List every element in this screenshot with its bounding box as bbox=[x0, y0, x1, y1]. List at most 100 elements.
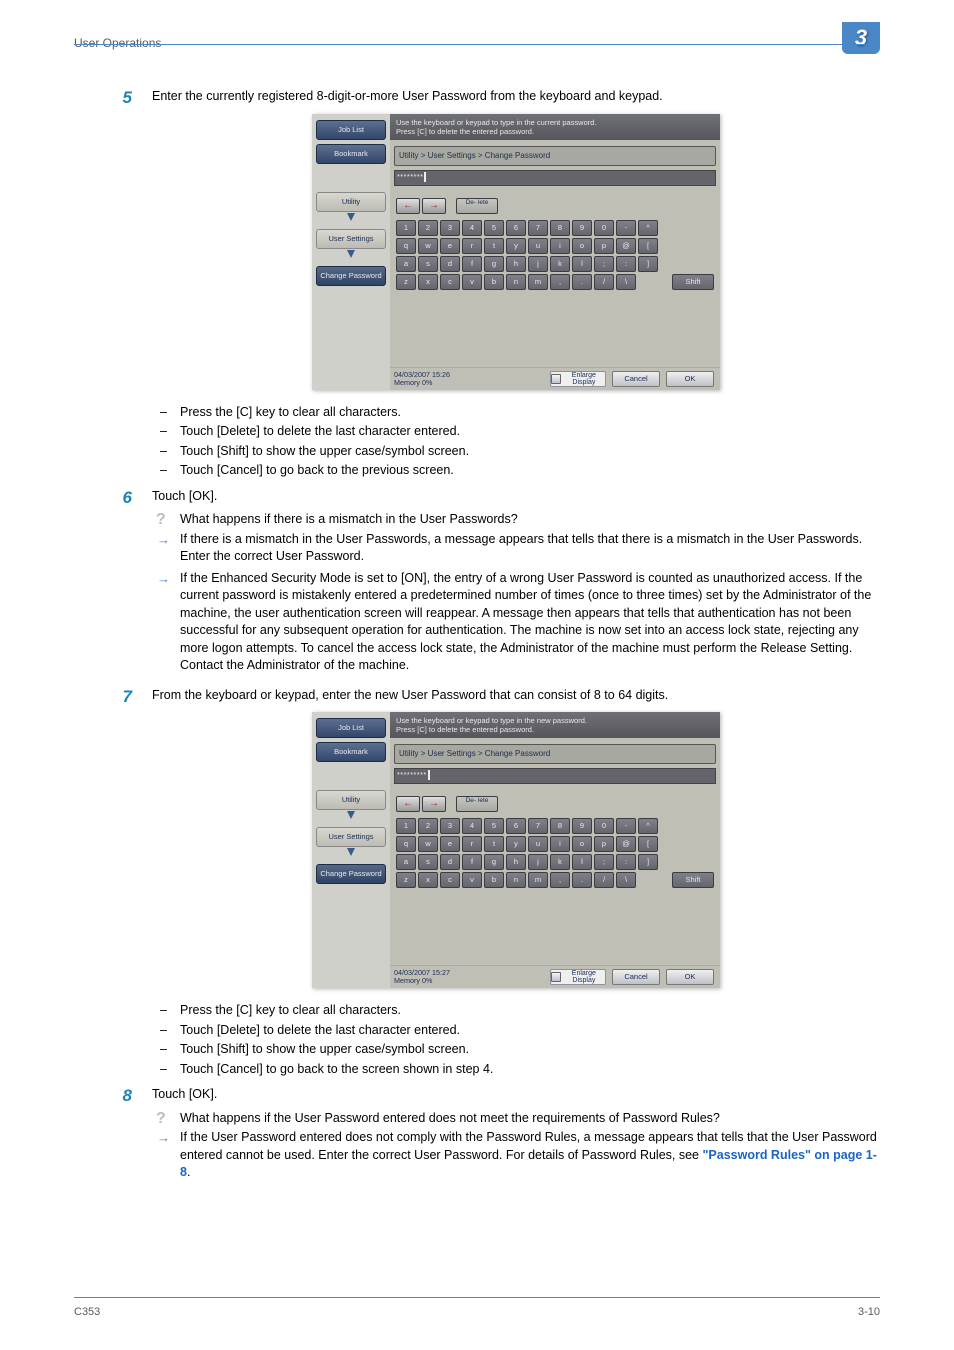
key-^[interactable]: ^ bbox=[638, 220, 658, 236]
job-list-button[interactable]: Job List bbox=[316, 718, 386, 738]
key-9[interactable]: 9 bbox=[572, 220, 592, 236]
key-;[interactable]: ; bbox=[594, 256, 614, 272]
shift-key[interactable]: Shift bbox=[672, 872, 714, 888]
arrow-left-key[interactable]: ← bbox=[396, 796, 420, 812]
key-9[interactable]: 9 bbox=[572, 818, 592, 834]
key-g[interactable]: g bbox=[484, 256, 504, 272]
key-h[interactable]: h bbox=[506, 854, 526, 870]
key-s[interactable]: s bbox=[418, 256, 438, 272]
key-l[interactable]: l bbox=[572, 256, 592, 272]
key-,[interactable]: , bbox=[550, 274, 570, 290]
key-\[interactable]: \ bbox=[616, 274, 636, 290]
key-[[interactable]: [ bbox=[638, 238, 658, 254]
crumb-utility[interactable]: Utility bbox=[316, 790, 386, 810]
key-.[interactable]: . bbox=[572, 274, 592, 290]
key-\[interactable]: \ bbox=[616, 872, 636, 888]
key-6[interactable]: 6 bbox=[506, 818, 526, 834]
key-e[interactable]: e bbox=[440, 836, 460, 852]
cancel-button[interactable]: Cancel bbox=[612, 969, 660, 985]
cancel-button[interactable]: Cancel bbox=[612, 371, 660, 387]
key-w[interactable]: w bbox=[418, 238, 438, 254]
crumb-user-settings[interactable]: User Settings bbox=[316, 827, 386, 847]
ok-button[interactable]: OK bbox=[666, 969, 714, 985]
crumb-user-settings[interactable]: User Settings bbox=[316, 229, 386, 249]
key-c[interactable]: c bbox=[440, 274, 460, 290]
crumb-change-password[interactable]: Change Password bbox=[316, 864, 386, 884]
key-7[interactable]: 7 bbox=[528, 220, 548, 236]
key-v[interactable]: v bbox=[462, 872, 482, 888]
key-0[interactable]: 0 bbox=[594, 220, 614, 236]
key-@[interactable]: @ bbox=[616, 238, 636, 254]
key-z[interactable]: z bbox=[396, 872, 416, 888]
key-t[interactable]: t bbox=[484, 238, 504, 254]
key-2[interactable]: 2 bbox=[418, 220, 438, 236]
key-][interactable]: ] bbox=[638, 256, 658, 272]
key-q[interactable]: q bbox=[396, 836, 416, 852]
key-r[interactable]: r bbox=[462, 238, 482, 254]
shift-key[interactable]: Shift bbox=[672, 274, 714, 290]
key-n[interactable]: n bbox=[506, 274, 526, 290]
key--[interactable]: - bbox=[616, 220, 636, 236]
key-z[interactable]: z bbox=[396, 274, 416, 290]
delete-key[interactable]: De- lete bbox=[456, 796, 498, 812]
key-f[interactable]: f bbox=[462, 256, 482, 272]
key-0[interactable]: 0 bbox=[594, 818, 614, 834]
delete-key[interactable]: De- lete bbox=[456, 198, 498, 214]
key-1[interactable]: 1 bbox=[396, 220, 416, 236]
key-3[interactable]: 3 bbox=[440, 818, 460, 834]
key-8[interactable]: 8 bbox=[550, 818, 570, 834]
key-s[interactable]: s bbox=[418, 854, 438, 870]
key-][interactable]: ] bbox=[638, 854, 658, 870]
key-q[interactable]: q bbox=[396, 238, 416, 254]
key-w[interactable]: w bbox=[418, 836, 438, 852]
arrow-right-key[interactable]: → bbox=[422, 198, 446, 214]
key-x[interactable]: x bbox=[418, 274, 438, 290]
key--[interactable]: - bbox=[616, 818, 636, 834]
key-@[interactable]: @ bbox=[616, 836, 636, 852]
key-b[interactable]: b bbox=[484, 872, 504, 888]
key-p[interactable]: p bbox=[594, 238, 614, 254]
key-/[interactable]: / bbox=[594, 274, 614, 290]
key-j[interactable]: j bbox=[528, 256, 548, 272]
arrow-right-key[interactable]: → bbox=[422, 796, 446, 812]
key-:[interactable]: : bbox=[616, 854, 636, 870]
key-l[interactable]: l bbox=[572, 854, 592, 870]
enlarge-display-button[interactable]: Enlarge Display bbox=[550, 969, 606, 985]
key-e[interactable]: e bbox=[440, 238, 460, 254]
key-m[interactable]: m bbox=[528, 274, 548, 290]
key-a[interactable]: a bbox=[396, 256, 416, 272]
key-v[interactable]: v bbox=[462, 274, 482, 290]
key-,[interactable]: , bbox=[550, 872, 570, 888]
key-3[interactable]: 3 bbox=[440, 220, 460, 236]
password-input[interactable]: ******** bbox=[394, 170, 716, 186]
key-x[interactable]: x bbox=[418, 872, 438, 888]
key-b[interactable]: b bbox=[484, 274, 504, 290]
key-g[interactable]: g bbox=[484, 854, 504, 870]
key-i[interactable]: i bbox=[550, 238, 570, 254]
key-5[interactable]: 5 bbox=[484, 818, 504, 834]
key-6[interactable]: 6 bbox=[506, 220, 526, 236]
crumb-utility[interactable]: Utility bbox=[316, 192, 386, 212]
key-k[interactable]: k bbox=[550, 256, 570, 272]
key-p[interactable]: p bbox=[594, 836, 614, 852]
key-m[interactable]: m bbox=[528, 872, 548, 888]
crumb-change-password[interactable]: Change Password bbox=[316, 266, 386, 286]
password-input[interactable]: ********* bbox=[394, 768, 716, 784]
job-list-button[interactable]: Job List bbox=[316, 120, 386, 140]
arrow-left-key[interactable]: ← bbox=[396, 198, 420, 214]
bookmark-button[interactable]: Bookmark bbox=[316, 144, 386, 164]
key-k[interactable]: k bbox=[550, 854, 570, 870]
key-d[interactable]: d bbox=[440, 256, 460, 272]
key-h[interactable]: h bbox=[506, 256, 526, 272]
key-u[interactable]: u bbox=[528, 836, 548, 852]
key-y[interactable]: y bbox=[506, 836, 526, 852]
onscreen-keyboard[interactable]: ← → De- lete 1234567890-^ qwertyuiop@[ a… bbox=[390, 192, 720, 298]
key-5[interactable]: 5 bbox=[484, 220, 504, 236]
key-8[interactable]: 8 bbox=[550, 220, 570, 236]
key-i[interactable]: i bbox=[550, 836, 570, 852]
key-n[interactable]: n bbox=[506, 872, 526, 888]
key-u[interactable]: u bbox=[528, 238, 548, 254]
key-t[interactable]: t bbox=[484, 836, 504, 852]
key-[[interactable]: [ bbox=[638, 836, 658, 852]
key-4[interactable]: 4 bbox=[462, 818, 482, 834]
